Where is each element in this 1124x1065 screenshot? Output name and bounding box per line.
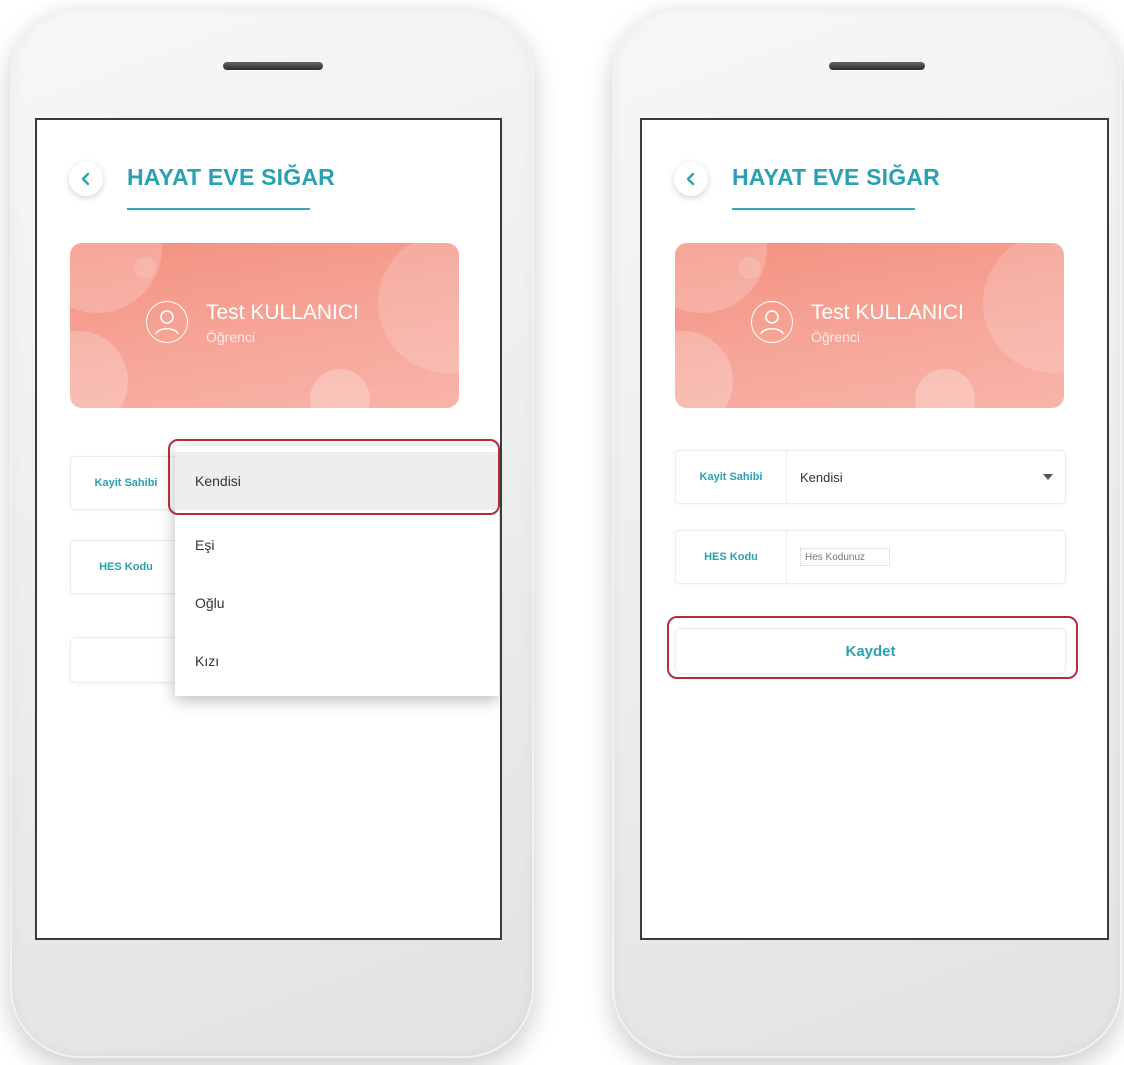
dropdown-option-oglu[interactable]: Oğlu xyxy=(175,574,499,632)
profile-card: Test KULLANICI Öğrenci xyxy=(675,243,1064,408)
phone-mockup-left: HAYAT EVE SIĞAR Test KULLANICI Öğrenci K… xyxy=(10,6,534,1058)
user-circle-icon xyxy=(155,310,179,335)
decor-bubble xyxy=(310,369,370,408)
hes-label: HES Kodu xyxy=(676,531,787,583)
chevron-left-icon xyxy=(686,172,695,186)
chevron-left-icon xyxy=(81,172,90,186)
dropdown-option-kendisi[interactable]: Kendisi xyxy=(175,452,499,510)
owner-dropdown-menu: Kendisi Eşi Oğlu Kızı xyxy=(175,446,499,696)
back-button[interactable] xyxy=(69,162,103,196)
back-button[interactable] xyxy=(674,162,708,196)
decor-bubble xyxy=(983,243,1064,373)
title-underline xyxy=(732,208,915,210)
dropdown-option-esi[interactable]: Eşi xyxy=(175,516,499,574)
decor-bubble xyxy=(739,257,761,279)
phone-mockup-right: HAYAT EVE SIĞAR Test KULLANICI Öğrenci K… xyxy=(612,6,1122,1058)
caret-down-icon xyxy=(1043,474,1053,480)
page-title: HAYAT EVE SIĞAR xyxy=(732,164,940,190)
avatar xyxy=(146,301,188,343)
phone-screen: HAYAT EVE SIĞAR Test KULLANICI Öğrenci K… xyxy=(35,118,502,940)
phone-screen: HAYAT EVE SIĞAR Test KULLANICI Öğrenci K… xyxy=(640,118,1109,940)
page-title: HAYAT EVE SIĞAR xyxy=(127,164,335,190)
owner-label: Kayit Sahibi xyxy=(676,451,787,503)
avatar xyxy=(751,301,793,343)
user-name: Test KULLANICI xyxy=(811,301,964,324)
speaker-grille xyxy=(829,62,925,70)
speaker-grille xyxy=(223,62,323,70)
owner-selected-value: Kendisi xyxy=(800,469,843,485)
save-button[interactable]: Kaydet xyxy=(675,628,1066,674)
owner-label: Kayit Sahibi xyxy=(71,457,182,509)
decor-bubble xyxy=(134,257,156,279)
decor-bubble xyxy=(70,331,128,408)
decor-bubble xyxy=(378,243,459,373)
user-role: Öğrenci xyxy=(206,329,256,345)
owner-select[interactable]: Kayit Sahibi Kendisi xyxy=(675,450,1066,504)
title-underline xyxy=(127,208,310,210)
hes-code-field: HES Kodu xyxy=(675,530,1066,584)
user-role: Öğrenci xyxy=(811,329,861,345)
profile-card: Test KULLANICI Öğrenci xyxy=(70,243,459,408)
user-circle-icon xyxy=(760,310,784,335)
decor-bubble xyxy=(915,369,975,408)
user-name: Test KULLANICI xyxy=(206,301,359,324)
hes-label: HES Kodu xyxy=(71,541,182,593)
decor-bubble xyxy=(675,331,733,408)
hes-code-input[interactable] xyxy=(800,548,890,566)
dropdown-option-kizi[interactable]: Kızı xyxy=(175,632,499,690)
